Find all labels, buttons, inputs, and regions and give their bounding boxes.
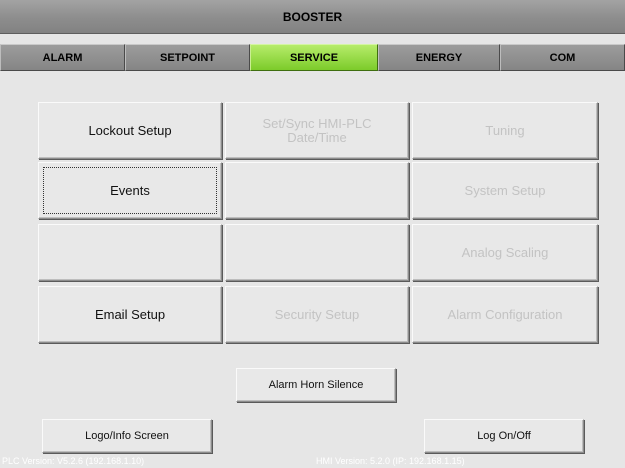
title-bar: BOOSTER — [0, 0, 625, 34]
blank-button-r3c1[interactable] — [38, 224, 222, 281]
hmi-version-text: HMI Version: 5.2.0 (IP: 192.168.1.15) — [316, 456, 465, 466]
events-button[interactable]: Events — [38, 162, 222, 219]
plc-version-text: PLC Version: V5.2.6 (192.168.1.10) — [2, 456, 145, 466]
tab-com[interactable]: COM — [500, 44, 625, 71]
alarm-configuration-button[interactable]: Alarm Configuration — [412, 286, 598, 343]
security-setup-button[interactable]: Security Setup — [225, 286, 409, 343]
logo-info-screen-button[interactable]: Logo/Info Screen — [42, 419, 212, 453]
tab-alarm[interactable]: ALARM — [0, 44, 125, 71]
tuning-button[interactable]: Tuning — [412, 102, 598, 159]
tab-bar: ALARM SETPOINT SERVICE ENERGY COM — [0, 44, 625, 71]
set-sync-hmi-plc-datetime-button[interactable]: Set/Sync HMI-PLC Date/Time — [225, 102, 409, 159]
set-sync-label-line2: Date/Time — [287, 129, 347, 145]
tab-service[interactable]: SERVICE — [250, 44, 378, 71]
analog-scaling-button[interactable]: Analog Scaling — [412, 224, 598, 281]
blank-button-r2c2[interactable] — [225, 162, 409, 219]
email-setup-button[interactable]: Email Setup — [38, 286, 222, 343]
tab-setpoint[interactable]: SETPOINT — [125, 44, 250, 71]
blank-button-r3c2[interactable] — [225, 224, 409, 281]
alarm-horn-silence-button[interactable]: Alarm Horn Silence — [236, 368, 396, 402]
page-title: BOOSTER — [282, 9, 343, 24]
set-sync-label-line1: Set/Sync HMI-PLC — [262, 115, 372, 131]
system-setup-button[interactable]: System Setup — [412, 162, 598, 219]
tab-energy[interactable]: ENERGY — [378, 44, 500, 71]
lockout-setup-button[interactable]: Lockout Setup — [38, 102, 222, 159]
log-on-off-button[interactable]: Log On/Off — [424, 419, 584, 453]
